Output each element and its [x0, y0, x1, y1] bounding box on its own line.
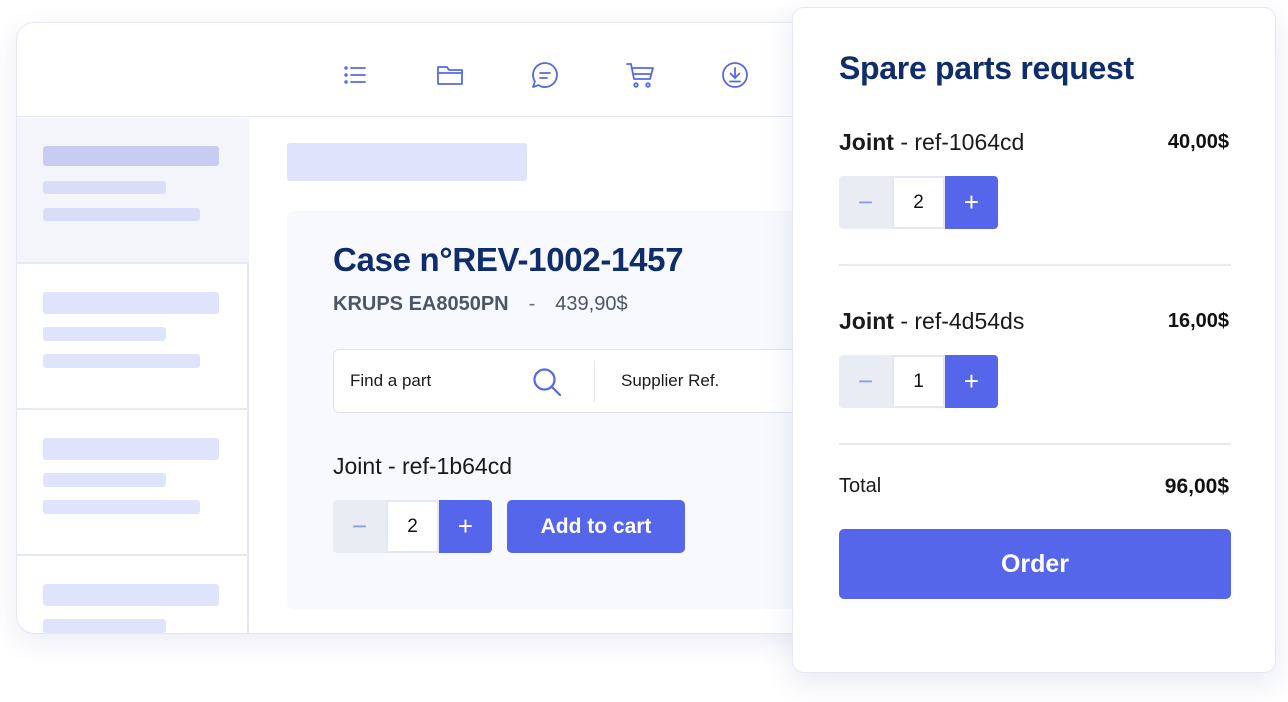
total-value: 96,00$	[1164, 475, 1229, 498]
cart-icon[interactable]	[624, 59, 656, 91]
cart-item-label: Joint	[839, 308, 894, 334]
placeholder-bar	[43, 146, 219, 166]
placeholder-bar	[43, 500, 200, 514]
quantity-stepper: − 1 +	[839, 355, 998, 408]
cart-item-price: 16,00$	[1167, 310, 1229, 332]
product-model: KRUPS EA8050PN	[333, 293, 509, 315]
placeholder-bar	[43, 181, 166, 194]
quantity-value[interactable]: 1	[892, 355, 945, 408]
cart-item-ref: - ref-1064cd	[893, 129, 1025, 155]
sidebar-item[interactable]	[17, 264, 249, 410]
search-icon[interactable]	[531, 366, 563, 398]
quantity-stepper: − 2 +	[839, 176, 998, 229]
cart-item-name: Joint - ref-1064cd	[839, 129, 1024, 156]
increment-button[interactable]: +	[945, 176, 998, 229]
quantity-value[interactable]: 2	[386, 500, 439, 553]
part-name: Joint - ref-1b64cd	[333, 453, 512, 479]
placeholder-bar	[43, 354, 200, 368]
supplier-ref-input[interactable]: Supplier Ref.	[621, 371, 719, 391]
placeholder-bar	[43, 438, 219, 460]
sidebar-item[interactable]	[17, 118, 249, 264]
panel-title: Spare parts request	[839, 50, 1134, 86]
add-to-cart-button[interactable]: Add to cart	[507, 500, 685, 553]
quantity-stepper: − 2 +	[333, 500, 492, 553]
list-icon[interactable]	[339, 59, 371, 91]
placeholder-bar	[43, 584, 219, 606]
divider	[839, 264, 1231, 266]
sidebar-item[interactable]	[17, 410, 249, 556]
decrement-button[interactable]: −	[333, 500, 386, 553]
folder-icon[interactable]	[434, 59, 466, 91]
breadcrumb-placeholder	[287, 143, 527, 181]
case-subtitle: KRUPS EA8050PN - 439,90$	[333, 293, 628, 316]
cart-item-ref: - ref-4d54ds	[893, 308, 1025, 334]
chat-icon[interactable]	[529, 59, 561, 91]
cart-item-name: Joint - ref-4d54ds	[839, 308, 1024, 335]
increment-button[interactable]: +	[439, 500, 492, 553]
increment-button[interactable]: +	[945, 355, 998, 408]
search-divider	[594, 360, 595, 402]
order-button[interactable]: Order	[839, 529, 1231, 599]
placeholder-bar	[43, 473, 166, 487]
subtitle-separator: -	[528, 293, 536, 315]
quantity-value[interactable]: 2	[892, 176, 945, 229]
sidebar	[17, 118, 249, 633]
download-icon[interactable]	[719, 59, 751, 91]
search-input[interactable]: Find a part	[350, 371, 431, 391]
page-title: Case n°REV-1002-1457	[333, 241, 684, 278]
divider	[839, 443, 1231, 445]
placeholder-bar	[43, 327, 166, 341]
decrement-button[interactable]: −	[839, 355, 892, 408]
sidebar-item[interactable]	[17, 556, 249, 633]
placeholder-bar	[43, 292, 219, 314]
cart-item-price: 40,00$	[1167, 131, 1229, 153]
product-price: 439,90$	[555, 293, 628, 315]
total-label: Total	[839, 475, 882, 497]
cart-item-label: Joint	[839, 129, 894, 155]
spare-parts-panel: Spare parts request Joint - ref-1064cd 4…	[792, 7, 1276, 673]
placeholder-bar	[43, 619, 166, 633]
placeholder-bar	[43, 208, 200, 221]
decrement-button[interactable]: −	[839, 176, 892, 229]
